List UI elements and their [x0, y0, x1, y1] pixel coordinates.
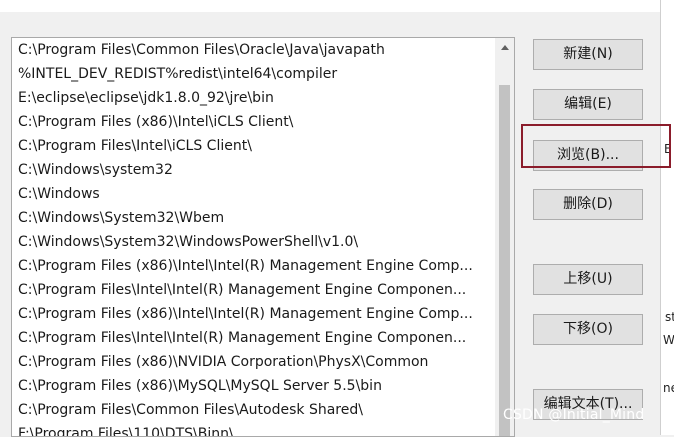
background-fragment: st: [665, 310, 674, 324]
background-fragment: ne: [663, 381, 674, 395]
path-list-item[interactable]: C:\Windows\system32: [12, 158, 492, 182]
move-down-button[interactable]: 下移(O): [533, 314, 643, 345]
path-list-item[interactable]: C:\Program Files\Common Files\Oracle\Jav…: [12, 38, 492, 62]
scroll-up-arrow-icon[interactable]: [495, 38, 514, 56]
window-top-strip: [0, 0, 660, 12]
background-window: E st W ne: [660, 0, 674, 435]
browse-highlight-annotation: [521, 124, 671, 168]
delete-button[interactable]: 删除(D): [533, 189, 643, 220]
path-list-item[interactable]: C:\Windows\System32\Wbem: [12, 206, 492, 230]
path-list-item[interactable]: C:\Windows\System32\WindowsPowerShell\v1…: [12, 230, 492, 254]
vertical-scrollbar[interactable]: [495, 38, 514, 436]
path-list-item[interactable]: C:\Program Files (x86)\NVIDIA Corporatio…: [12, 350, 492, 374]
path-list-item[interactable]: C:\Program Files\Intel\iCLS Client\: [12, 134, 492, 158]
edit-button[interactable]: 编辑(E): [533, 89, 643, 120]
path-list-item[interactable]: C:\Program Files (x86)\Intel\Intel(R) Ma…: [12, 254, 492, 278]
path-list-item[interactable]: %INTEL_DEV_REDIST%redist\intel64\compile…: [12, 62, 492, 86]
csdn-watermark: CSDN @Initial_Mind: [503, 407, 645, 423]
path-list-item[interactable]: C:\Program Files (x86)\MySQL\MySQL Serve…: [12, 374, 492, 398]
new-button[interactable]: 新建(N): [533, 39, 643, 70]
path-list-item[interactable]: C:\Program Files\Common Files\Autodesk S…: [12, 398, 492, 422]
path-list-items: C:\Program Files\Common Files\Oracle\Jav…: [12, 38, 492, 436]
path-list-item[interactable]: C:\Program Files (x86)\Intel\Intel(R) Ma…: [12, 302, 492, 326]
path-list-item[interactable]: C:\Program Files\Intel\Intel(R) Manageme…: [12, 278, 492, 302]
background-fragment: W: [663, 333, 674, 347]
path-list-item[interactable]: C:\Program Files (x86)\Intel\iCLS Client…: [12, 110, 492, 134]
path-list-item[interactable]: E:\eclipse\eclipse\jdk1.8.0_92\jre\bin: [12, 86, 492, 110]
move-up-button[interactable]: 上移(U): [533, 264, 643, 295]
scrollbar-thumb[interactable]: [499, 85, 510, 436]
path-list-item[interactable]: C:\Program Files\Intel\Intel(R) Manageme…: [12, 326, 492, 350]
path-list-item[interactable]: C:\Windows: [12, 182, 492, 206]
path-listbox[interactable]: C:\Program Files\Common Files\Oracle\Jav…: [11, 37, 515, 437]
